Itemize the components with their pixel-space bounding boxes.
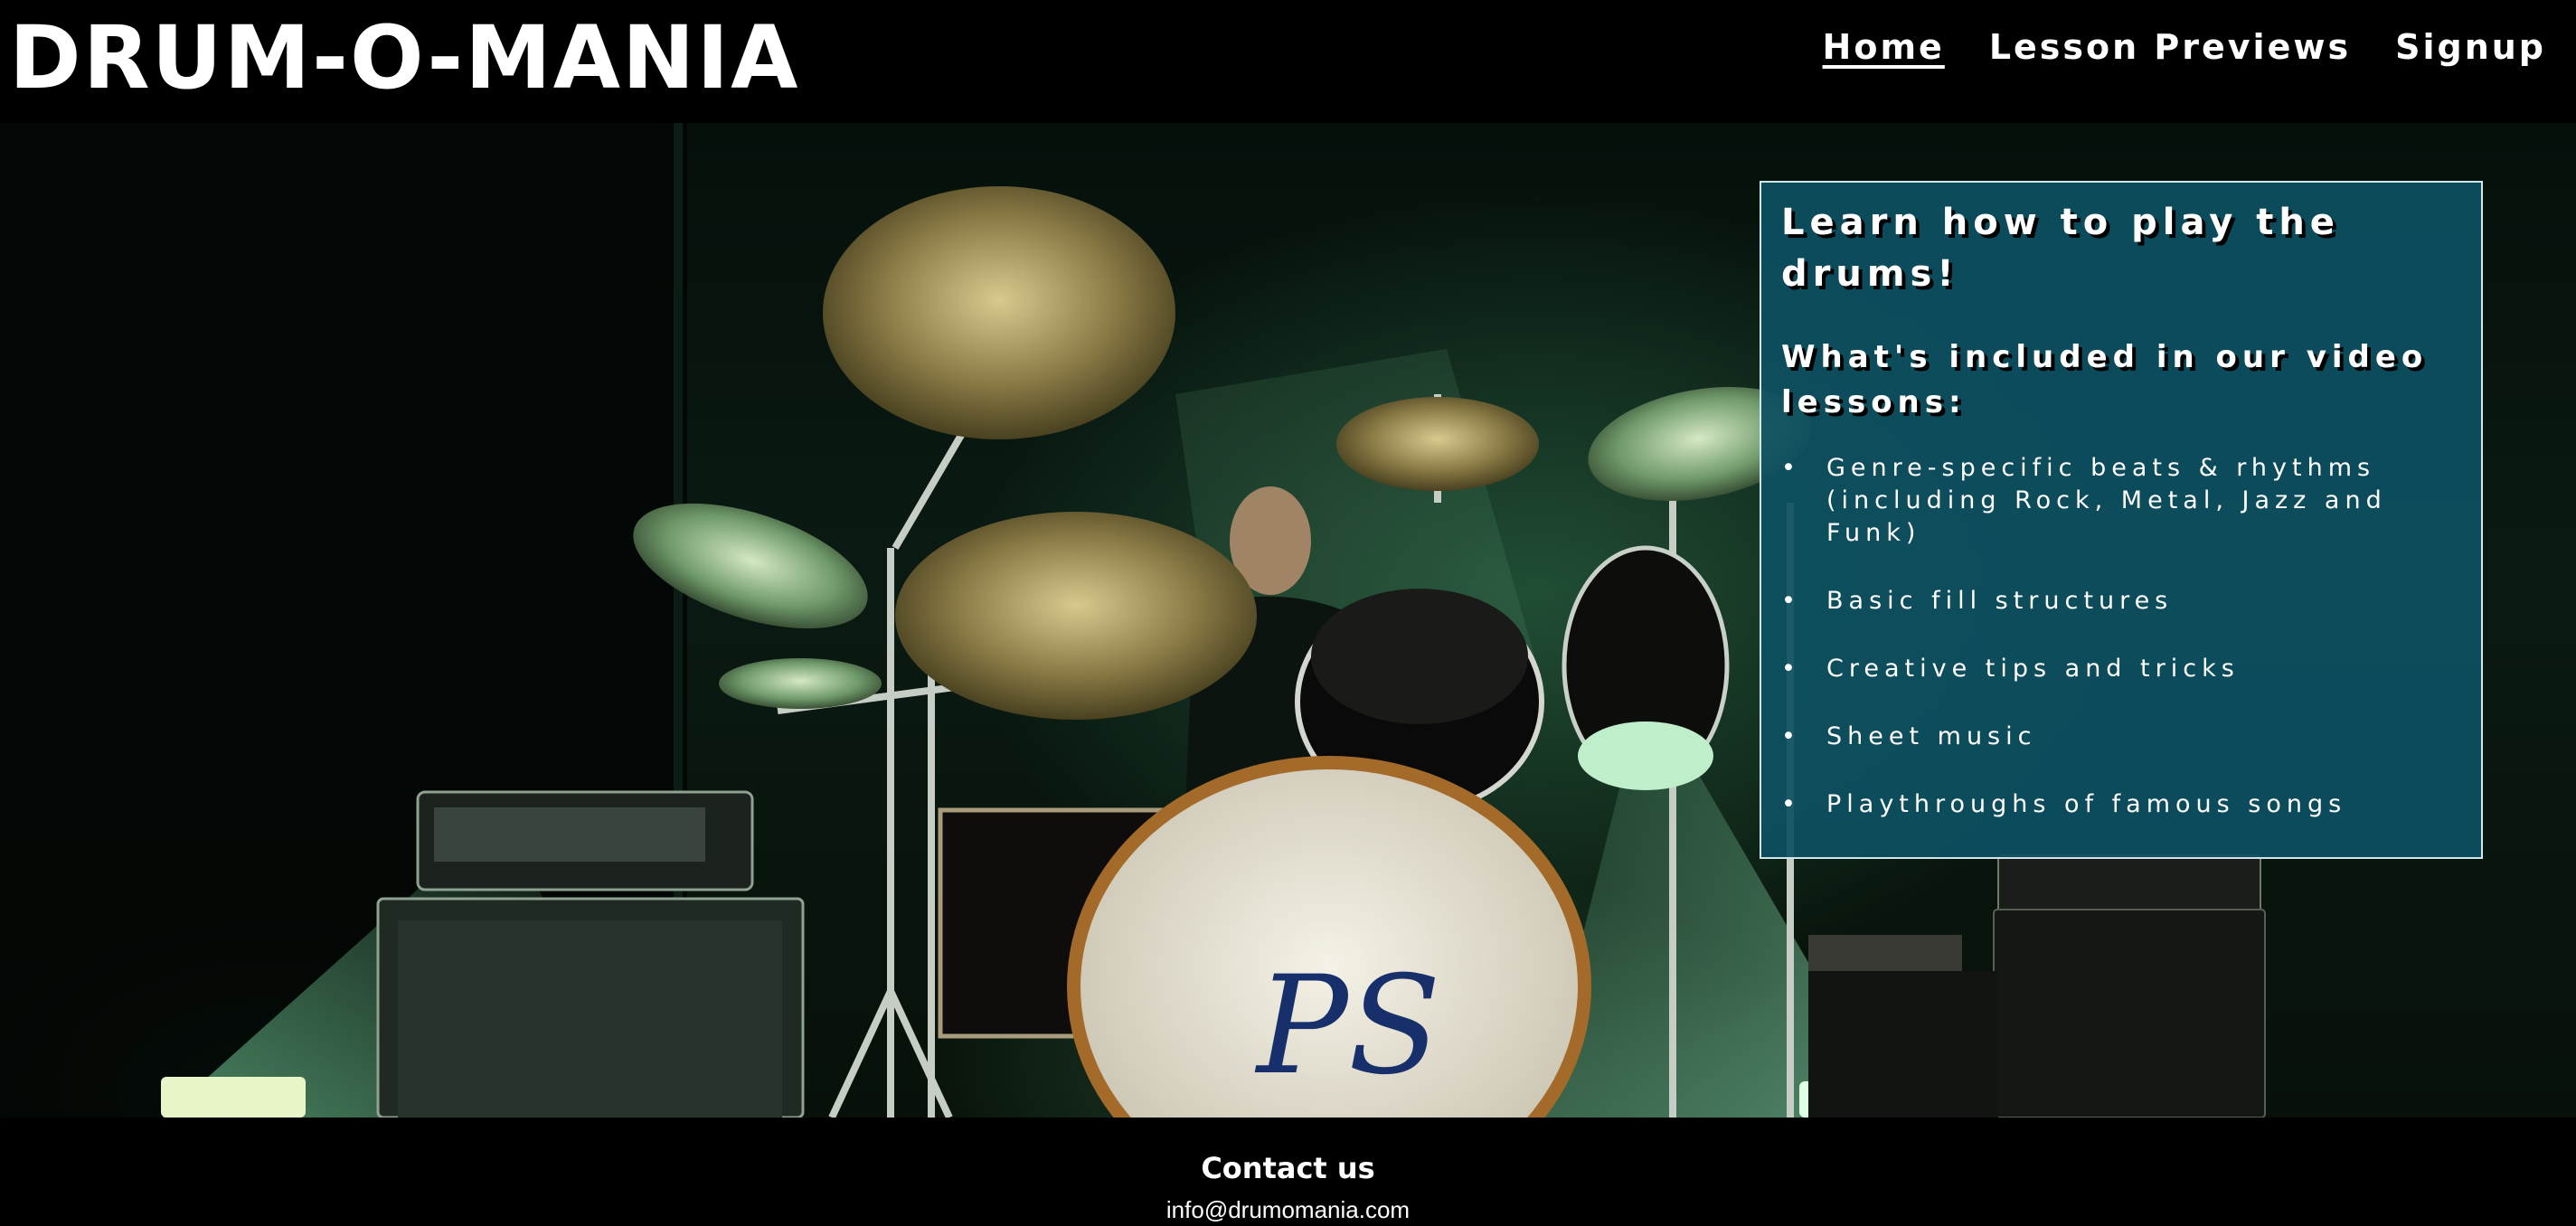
info-subtitle: What's included in our video lessons: <box>1781 339 2429 420</box>
page: DRUM-O-MANIA Home Lesson Previews Signup <box>0 0 2576 1226</box>
lesson-features-list: Genre-specific beats & rhythms (includin… <box>1781 452 2461 821</box>
crash-cymbal <box>895 512 1257 720</box>
list-item: Creative tips and tricks <box>1781 653 2461 685</box>
nav-home[interactable]: Home <box>1823 27 1945 67</box>
amplifier-left <box>376 790 805 1118</box>
list-item: Playthroughs of famous songs <box>1781 788 2461 821</box>
plum-shark-logo-icon: PS <box>1254 948 1441 1105</box>
contact-email-link[interactable]: info@drumomania.com <box>0 1195 2576 1224</box>
small-cymbal <box>719 658 882 709</box>
site-header: DRUM-O-MANIA Home Lesson Previews Signup <box>0 0 2576 123</box>
site-logo[interactable]: DRUM-O-MANIA <box>9 2 799 114</box>
ride-cymbal <box>823 186 1175 439</box>
list-item: Genre-specific beats & rhythms (includin… <box>1781 452 2461 550</box>
nav-signup[interactable]: Signup <box>2395 27 2546 67</box>
amplifier-right <box>1808 854 2266 1118</box>
list-item: Basic fill structures <box>1781 585 2461 618</box>
list-item: Sheet music <box>1781 721 2461 753</box>
hero-section: PS Learn how to play the drums! What's i… <box>0 123 2576 1118</box>
contact-title: Contact us <box>1201 1151 1375 1185</box>
info-title: Learn how to play the drums! <box>1781 202 2340 295</box>
lessons-info-box: Learn how to play the drums! What's incl… <box>1760 181 2483 859</box>
hihat-cymbal <box>1336 397 1539 491</box>
site-footer: Contact us info@drumomania.com <box>0 1118 2576 1226</box>
main-nav: Home Lesson Previews Signup <box>1823 27 2546 67</box>
nav-lesson-previews[interactable]: Lesson Previews <box>1989 27 2351 67</box>
